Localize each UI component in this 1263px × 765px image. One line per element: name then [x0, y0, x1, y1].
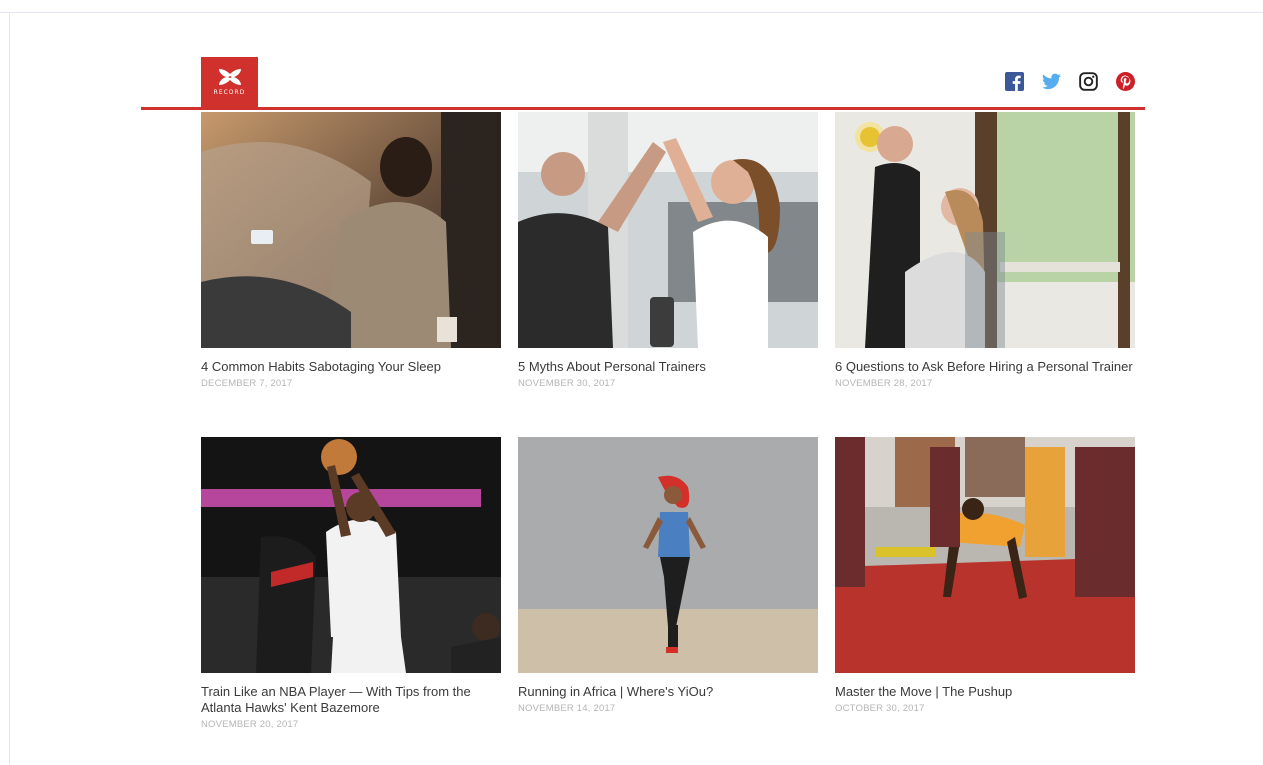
article-date: DECEMBER 7, 2017 — [201, 378, 293, 389]
article-title[interactable]: Train Like an NBA Player — With Tips fro… — [201, 684, 501, 716]
article-thumbnail[interactable] — [835, 112, 1135, 348]
article-date: NOVEMBER 30, 2017 — [518, 378, 616, 389]
header-accent-line — [141, 107, 1145, 110]
article-title[interactable]: 5 Myths About Personal Trainers — [518, 359, 818, 375]
article-title[interactable]: 4 Common Habits Sabotaging Your Sleep — [201, 359, 501, 375]
article-date: NOVEMBER 28, 2017 — [835, 378, 933, 389]
facebook-icon[interactable] — [1005, 72, 1024, 91]
page-border-top — [0, 12, 1263, 13]
instagram-icon[interactable] — [1079, 72, 1098, 91]
site-header: RECORD — [141, 57, 1145, 110]
article-thumbnail[interactable] — [518, 437, 818, 673]
article-card[interactable]: 6 Questions to Ask Before Hiring a Perso… — [835, 112, 1135, 389]
article-date: NOVEMBER 14, 2017 — [518, 703, 616, 714]
article-title[interactable]: Running in Africa | Where's YiOu? — [518, 684, 818, 700]
article-thumbnail[interactable] — [835, 437, 1135, 673]
article-card[interactable]: 4 Common Habits Sabotaging Your Sleep DE… — [201, 112, 501, 389]
article-card[interactable]: 5 Myths About Personal Trainers NOVEMBER… — [518, 112, 818, 389]
article-card[interactable]: Master the Move | The Pushup OCTOBER 30,… — [835, 437, 1135, 714]
article-card[interactable]: Train Like an NBA Player — With Tips fro… — [201, 437, 501, 730]
under-armour-logo-icon — [218, 69, 241, 85]
page-border-left — [9, 12, 10, 765]
social-links — [1005, 72, 1135, 91]
article-card[interactable]: Running in Africa | Where's YiOu? NOVEMB… — [518, 437, 818, 714]
article-date: NOVEMBER 20, 2017 — [201, 719, 299, 730]
article-thumbnail[interactable] — [518, 112, 818, 348]
pinterest-icon[interactable] — [1116, 72, 1135, 91]
article-thumbnail[interactable] — [201, 112, 501, 348]
article-thumbnail[interactable] — [201, 437, 501, 673]
twitter-icon[interactable] — [1042, 72, 1061, 91]
brand-logo[interactable]: RECORD — [201, 57, 258, 107]
logo-wordmark: RECORD — [213, 89, 246, 96]
article-date: OCTOBER 30, 2017 — [835, 703, 925, 714]
article-title[interactable]: 6 Questions to Ask Before Hiring a Perso… — [835, 359, 1135, 375]
article-title[interactable]: Master the Move | The Pushup — [835, 684, 1135, 700]
